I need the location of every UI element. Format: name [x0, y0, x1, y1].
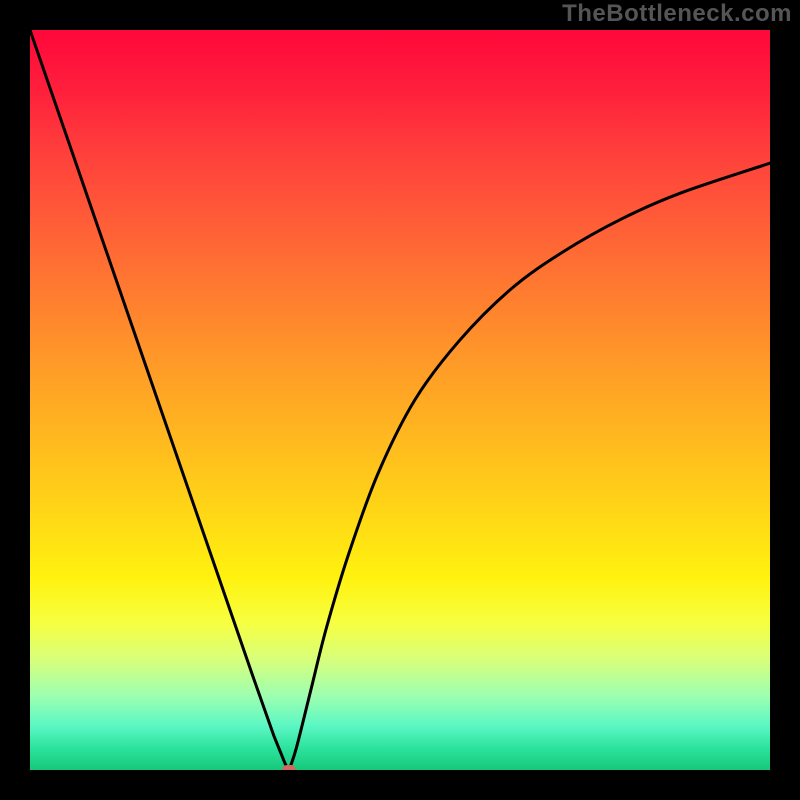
plot-area: [30, 30, 770, 770]
optimal-point-marker: [282, 765, 296, 770]
chart-frame: TheBottleneck.com: [0, 0, 800, 800]
bottleneck-curve: [30, 30, 770, 770]
watermark-text: TheBottleneck.com: [562, 0, 792, 28]
